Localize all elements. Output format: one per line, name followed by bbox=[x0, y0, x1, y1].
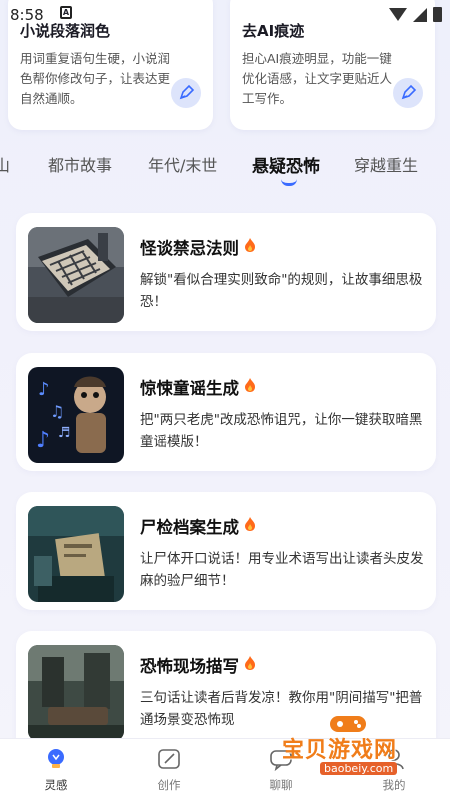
card-title-text: 怪谈禁忌法则 bbox=[140, 239, 239, 258]
svg-text:♪: ♪ bbox=[36, 428, 50, 453]
tab-suspense[interactable]: 悬疑恐怖 bbox=[252, 152, 320, 177]
horror-scene-image bbox=[28, 645, 124, 741]
nav-label: 灵感 bbox=[44, 778, 68, 792]
card-desc: 解锁"看似合理实则致命"的规则，让故事细思极恐！ bbox=[140, 272, 423, 310]
autopsy-file-image bbox=[28, 506, 124, 602]
watermark-text: 宝贝游戏网 bbox=[282, 738, 398, 763]
tool-card-desc: 担心AI痕迹明显，功能一键优化语感，让文字更贴近人工写作。 bbox=[242, 51, 393, 106]
tab-time-travel[interactable]: 穿越重生 bbox=[354, 152, 418, 176]
tab-partial[interactable]: 山 bbox=[0, 152, 10, 176]
fire-icon bbox=[243, 655, 257, 675]
status-bar: 8:58 A bbox=[0, 0, 450, 30]
notification-icon: A bbox=[60, 6, 72, 19]
nav-create[interactable]: 创作 bbox=[124, 745, 214, 793]
tool-card-desc: 用词重复语句生硬，小说润色帮你修改句子，让表达更自然通顺。 bbox=[20, 51, 171, 106]
lightbulb-icon bbox=[11, 745, 101, 773]
gamepad-icon bbox=[330, 716, 366, 732]
card-title: 尸检档案生成 bbox=[140, 514, 257, 538]
nursery-rhyme-image: ♪ ♫ ♪ ♬ bbox=[28, 367, 124, 463]
card-title: 怪谈禁忌法则 bbox=[140, 235, 257, 259]
nav-inspiration[interactable]: 灵感 bbox=[11, 745, 101, 793]
list-item[interactable]: 怪谈禁忌法则 解锁"看似合理实则致命"的规则，让故事细思极恐！ bbox=[16, 213, 436, 331]
card-desc: 把"两只老虎"改成恐怖诅咒，让你一键获取暗黑童谣模版！ bbox=[140, 412, 423, 450]
pen-icon[interactable] bbox=[171, 78, 201, 108]
edit-icon bbox=[124, 745, 214, 773]
card-title: 惊悚童谣生成 bbox=[140, 375, 257, 399]
card-title-text: 惊悚童谣生成 bbox=[140, 379, 239, 398]
maze-book-image bbox=[28, 227, 124, 323]
tab-indicator bbox=[281, 179, 297, 186]
pen-icon[interactable] bbox=[393, 78, 423, 108]
fire-icon bbox=[243, 516, 257, 536]
card-title-text: 尸检档案生成 bbox=[140, 518, 239, 537]
watermark: 宝贝游戏网 baobeiy.com bbox=[270, 712, 450, 782]
fire-icon bbox=[243, 377, 257, 397]
status-time: 8:58 bbox=[10, 6, 44, 24]
svg-text:♬: ♬ bbox=[58, 425, 71, 441]
nav-label: 创作 bbox=[157, 778, 181, 792]
card-title: 恐怖现场描写 bbox=[140, 653, 257, 677]
list-item[interactable]: 尸检档案生成 让尸体开口说话！用专业术语写出让读者头皮发麻的验尸细节！ bbox=[16, 492, 436, 610]
status-icons bbox=[389, 7, 442, 22]
tab-era[interactable]: 年代/末世 bbox=[148, 152, 217, 176]
card-title-text: 恐怖现场描写 bbox=[140, 657, 239, 676]
svg-text:♪: ♪ bbox=[38, 379, 50, 400]
battery-icon bbox=[433, 7, 442, 22]
tab-urban[interactable]: 都市故事 bbox=[48, 152, 112, 176]
watermark-url: baobeiy.com bbox=[320, 762, 398, 775]
svg-text:♫: ♫ bbox=[50, 402, 64, 421]
list-item[interactable]: ♪ ♫ ♪ ♬ 惊悚童谣生成 把"两只老虎"改成恐怖诅咒，让你一键获取暗黑童谣模… bbox=[16, 353, 436, 471]
signal-icon bbox=[413, 7, 427, 22]
category-tabs: 山 都市故事 年代/末世 悬疑恐怖 穿越重生 bbox=[0, 152, 450, 192]
wifi-icon bbox=[389, 8, 407, 21]
card-desc: 让尸体开口说话！用专业术语写出让读者头皮发麻的验尸细节！ bbox=[140, 551, 424, 589]
fire-icon bbox=[243, 237, 257, 257]
